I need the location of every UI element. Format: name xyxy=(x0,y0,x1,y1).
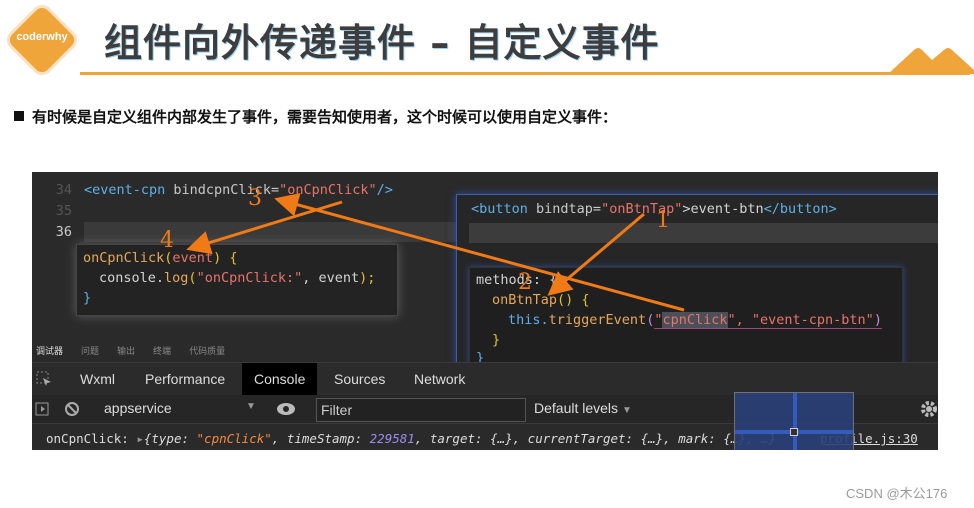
bullet-text: 有时候是自定义组件内部发生了事件，需要告知使用者，这个时候可以使用自定义事件： xyxy=(32,108,618,126)
annotation-1: 1 xyxy=(656,208,670,233)
page-title: 组件向外传递事件 – 自定义事件 xyxy=(104,21,660,65)
annotation-4: 4 xyxy=(160,228,174,253)
bullet-point: 有时候是自定义组件内部发生了事件，需要告知使用者，这个时候可以使用自定义事件： xyxy=(14,106,617,127)
logo-text: coderwhy xyxy=(16,31,68,43)
arrow-2-to-3 xyxy=(274,193,685,312)
arrow-1-to-2 xyxy=(547,212,645,296)
annotation-3: 3 xyxy=(248,186,262,211)
title-underline xyxy=(80,72,970,75)
annotation-arrows xyxy=(186,193,685,312)
coderwhy-logo: coderwhy xyxy=(6,4,78,76)
devtools-screenshot: 34 35 36 <event-cpn bindcpnClick="onCpnC… xyxy=(32,172,938,450)
mountain-decoration-icon xyxy=(888,48,974,74)
watermark: CSDN @木公176 xyxy=(846,486,948,501)
bullet-square-icon xyxy=(14,111,24,121)
annotation-2: 2 xyxy=(518,270,532,295)
arrow-3-to-4 xyxy=(186,200,343,255)
